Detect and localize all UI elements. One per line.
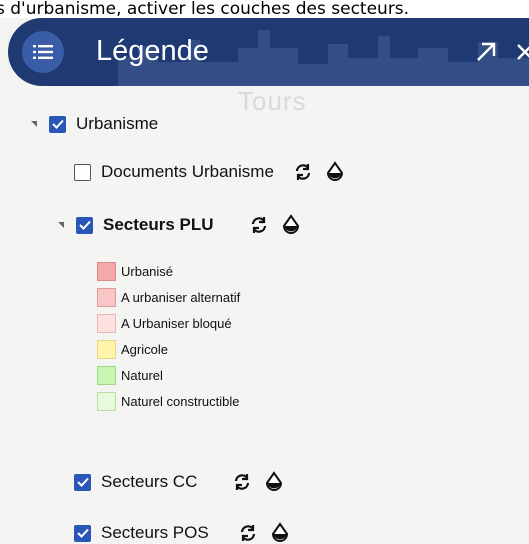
- legend-label: Agricole: [121, 342, 168, 357]
- legend-header: Légende: [8, 18, 529, 86]
- legend-entry: Urbanisé: [97, 262, 173, 281]
- layer-label: Documents Urbanisme: [101, 162, 274, 181]
- legend-label: A urbaniser alternatif: [121, 290, 241, 305]
- legend-entry: A Urbaniser bloqué: [97, 314, 232, 333]
- legend-label: Naturel: [121, 368, 163, 383]
- checkmark-icon: [78, 220, 91, 230]
- legend-label: A Urbaniser bloqué: [121, 316, 232, 331]
- secteurs-cc-checkbox[interactable]: [74, 473, 91, 491]
- legend-title: Légende: [96, 35, 209, 67]
- expand-icon[interactable]: [472, 38, 500, 66]
- secteurs-plu-checkbox[interactable]: [76, 216, 93, 234]
- opacity-drop-icon[interactable]: [263, 471, 285, 493]
- opacity-drop-icon[interactable]: [269, 522, 291, 544]
- layer-secteurs-pos[interactable]: Secteurs POS: [74, 522, 291, 544]
- menu-button[interactable]: [22, 31, 64, 73]
- refresh-icon[interactable]: [237, 522, 259, 544]
- legend-swatch: [97, 340, 116, 359]
- layer-urbanisme[interactable]: Urbanisme: [31, 114, 158, 134]
- legend-entry: A urbaniser alternatif: [97, 288, 240, 307]
- close-icon[interactable]: [514, 38, 529, 66]
- map-city-label: Tours: [238, 86, 307, 116]
- documents-urbanisme-checkbox[interactable]: [74, 163, 91, 181]
- list-icon: [33, 45, 53, 59]
- legend-label: Urbanisé: [121, 264, 174, 279]
- checkmark-icon: [76, 528, 89, 538]
- legend-swatch: [97, 366, 116, 385]
- opacity-drop-icon[interactable]: [280, 214, 302, 236]
- layer-documents-urbanisme[interactable]: Documents Urbanisme: [74, 161, 346, 183]
- legend-swatch: [97, 262, 116, 281]
- checkmark-icon: [76, 477, 89, 487]
- instruction-caption: s d'urbanisme, activer les couches des s…: [0, 0, 529, 18]
- refresh-icon[interactable]: [248, 214, 270, 236]
- legend-label: Naturel constructible: [121, 394, 240, 409]
- checkmark-icon: [51, 119, 64, 129]
- refresh-icon[interactable]: [292, 161, 314, 183]
- layer-label: Secteurs POS: [101, 523, 209, 542]
- layer-secteurs-cc[interactable]: Secteurs CC: [74, 471, 285, 493]
- refresh-icon[interactable]: [231, 471, 253, 493]
- legend-entry: Naturel constructible: [97, 392, 240, 411]
- legend-swatch: [97, 392, 116, 411]
- layer-label: Secteurs PLU: [103, 215, 214, 234]
- layer-label: Urbanisme: [76, 114, 159, 133]
- legend-swatch: [97, 288, 116, 307]
- secteurs-pos-checkbox[interactable]: [74, 524, 91, 542]
- legend-entry: Agricole: [97, 340, 168, 359]
- layer-secteurs-plu[interactable]: Secteurs PLU: [58, 214, 302, 236]
- legend-swatch: [97, 314, 116, 333]
- opacity-drop-icon[interactable]: [324, 161, 346, 183]
- layer-label: Secteurs CC: [101, 472, 198, 491]
- legend-entry: Naturel: [97, 366, 163, 385]
- urbanisme-checkbox[interactable]: [49, 115, 66, 133]
- collapse-arrow-icon[interactable]: [58, 222, 64, 228]
- collapse-arrow-icon[interactable]: [31, 121, 37, 127]
